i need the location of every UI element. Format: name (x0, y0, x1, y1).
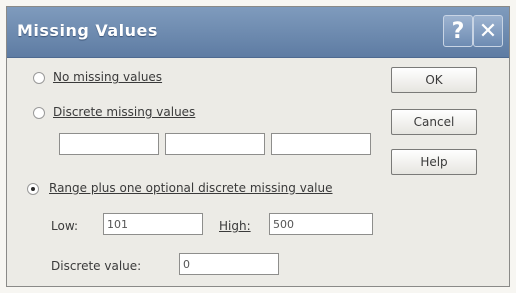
radio-no-missing[interactable] (33, 72, 45, 84)
discrete-value-2[interactable] (165, 133, 265, 155)
help-button[interactable]: Help (391, 149, 477, 175)
close-icon[interactable]: ✕ (473, 15, 503, 47)
discrete-value-3[interactable] (271, 133, 371, 155)
range-label: Range plus one optional discrete missing… (49, 181, 333, 195)
help-icon[interactable]: ? (443, 15, 473, 47)
discrete-value-input[interactable] (179, 253, 279, 275)
discrete-label: Discrete missing values (53, 105, 196, 119)
radio-discrete[interactable] (33, 107, 45, 119)
dialog-title: Missing Values (17, 21, 158, 40)
low-label: Low: (51, 219, 79, 233)
discrete-value-1[interactable] (59, 133, 159, 155)
missing-values-dialog: Missing Values ? ✕ No missing values Dis… (6, 6, 510, 287)
high-label: High: (219, 219, 251, 233)
discrete-value-label: Discrete value: (51, 259, 142, 273)
radio-range[interactable] (27, 183, 39, 195)
ok-button[interactable]: OK (391, 67, 477, 93)
high-input[interactable] (269, 213, 373, 235)
no-missing-label: No missing values (53, 70, 163, 84)
low-input[interactable] (103, 213, 203, 235)
cancel-button[interactable]: Cancel (391, 109, 477, 135)
titlebar: Missing Values ? ✕ (7, 7, 509, 58)
